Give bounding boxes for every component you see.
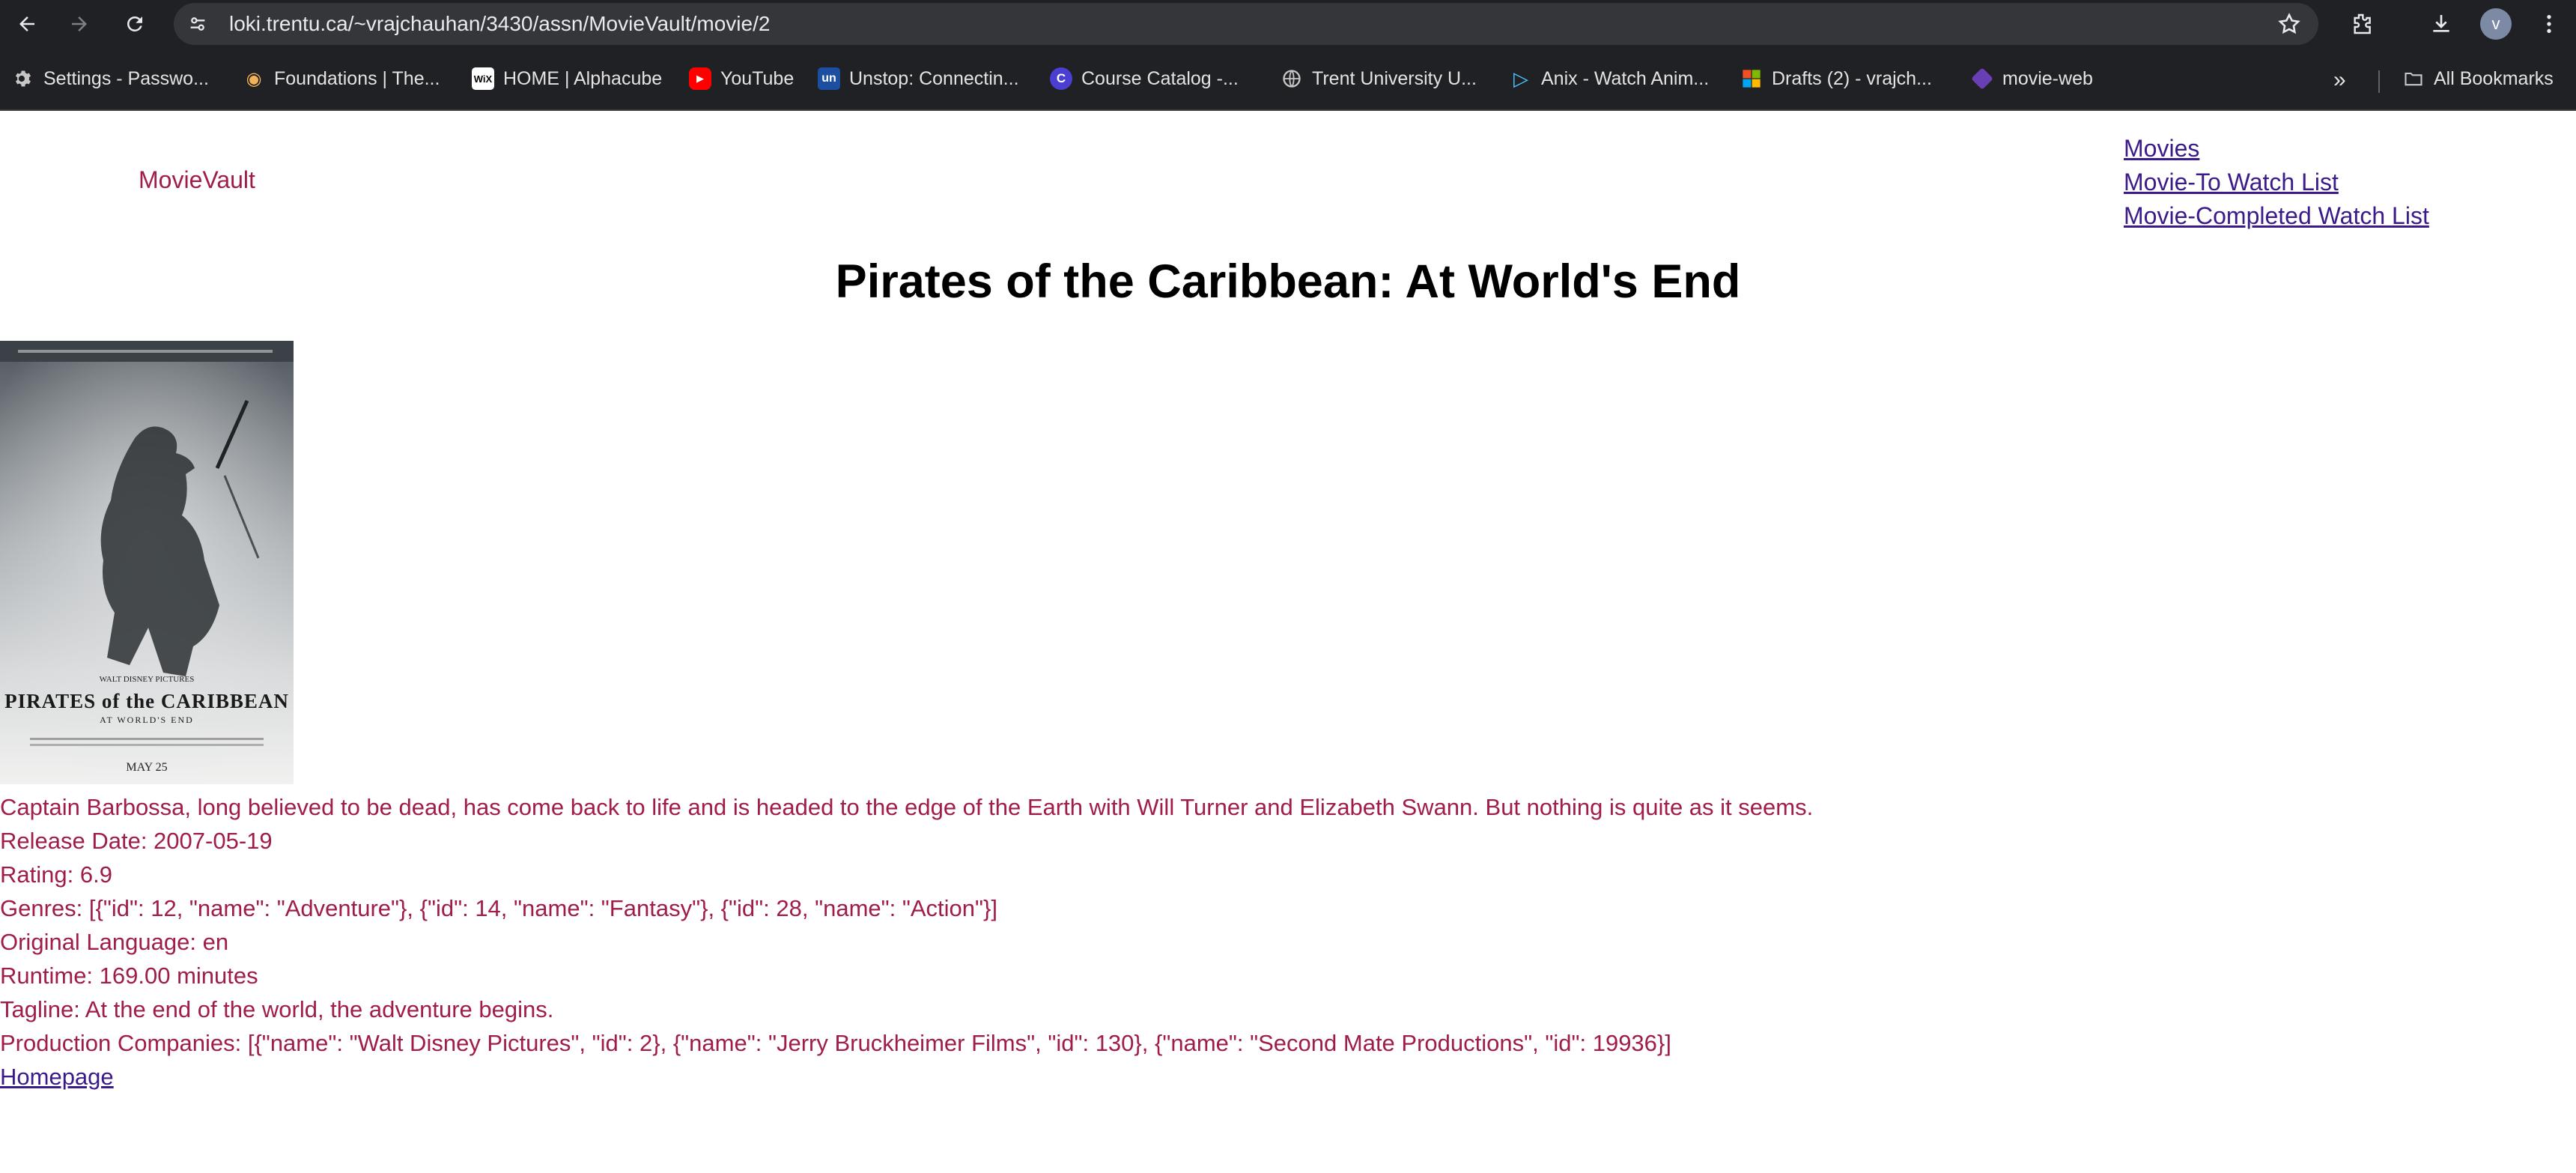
site-info-icon[interactable] bbox=[184, 10, 211, 37]
gear-icon bbox=[12, 67, 34, 90]
movie-poster: WALT DISNEY PICTURES PIRATES of the CARI… bbox=[0, 341, 294, 784]
youtube-icon: ▶ bbox=[689, 67, 711, 90]
arrow-left-icon bbox=[19, 16, 34, 31]
movie-web-icon bbox=[1971, 67, 1993, 90]
movie-title: Pirates of the Caribbean: At World's End bbox=[835, 255, 1741, 308]
reload-button[interactable] bbox=[118, 7, 151, 40]
homepage-link[interactable]: Homepage bbox=[0, 1064, 114, 1090]
poster-brand-line: WALT DISNEY PICTURES bbox=[100, 675, 195, 684]
production-companies: Production Companies: [{"name": "Walt Di… bbox=[0, 1030, 1671, 1056]
forward-button[interactable] bbox=[63, 7, 96, 40]
microsoft-icon bbox=[1740, 67, 1763, 90]
nav-link-to-watch[interactable]: Movie-To Watch List bbox=[2124, 169, 2339, 196]
bookmark-anix[interactable]: ▷ Anix - Watch Anim... bbox=[1510, 61, 1709, 96]
site-nav: Movies Movie-To Watch List Movie-Complet… bbox=[2124, 132, 2429, 233]
profile-avatar[interactable]: v bbox=[2480, 8, 2512, 40]
nav-link-movies[interactable]: Movies bbox=[2124, 135, 2199, 162]
runtime: Runtime: 169.00 minutes bbox=[0, 963, 258, 989]
browser-toolbar: loki.trentu.ca/~vrajchauhan/3430/assn/Mo… bbox=[0, 0, 2576, 48]
bookmarks-bar: Settings - Passwo... ◉ Foundations | The… bbox=[0, 48, 2576, 111]
play-icon: ▷ bbox=[1513, 67, 1528, 90]
nav-link-completed[interactable]: Movie-Completed Watch List bbox=[2124, 202, 2429, 229]
extensions-icon[interactable] bbox=[2347, 9, 2377, 39]
release-date: Release Date: 2007-05-19 bbox=[0, 828, 273, 854]
back-button[interactable] bbox=[10, 7, 43, 40]
poster-date: MAY 25 bbox=[126, 761, 167, 774]
bookmark-drafts[interactable]: Drafts (2) - vrajch... bbox=[1740, 61, 1932, 96]
bookmark-unstop[interactable]: un Unstop: Connectin... bbox=[818, 61, 1019, 96]
all-bookmarks-button[interactable]: All Bookmarks bbox=[2402, 61, 2554, 96]
reload-icon bbox=[127, 16, 142, 31]
poster-title: PIRATES of the CARIBBEAN bbox=[4, 690, 289, 712]
unstop-icon: un bbox=[818, 67, 840, 90]
url-text[interactable]: loki.trentu.ca/~vrajchauhan/3430/assn/Mo… bbox=[229, 3, 770, 45]
folder-icon bbox=[2402, 67, 2425, 90]
wix-icon: WiX bbox=[472, 67, 494, 90]
catalog-icon: C bbox=[1050, 67, 1072, 90]
page-content: MovieVault Movies Movie-To Watch List Mo… bbox=[0, 112, 2576, 1173]
bookmarks-overflow-icon[interactable]: » bbox=[2333, 67, 2346, 93]
bookmark-settings[interactable]: Settings - Passwo... bbox=[12, 61, 209, 96]
site-brand: MovieVault bbox=[139, 166, 255, 193]
address-bar[interactable]: loki.trentu.ca/~vrajchauhan/3430/assn/Mo… bbox=[174, 3, 2318, 45]
original-language: Original Language: en bbox=[0, 929, 229, 955]
rating: Rating: 6.9 bbox=[0, 861, 112, 888]
bookmark-star-icon[interactable] bbox=[2276, 11, 2302, 37]
tagline: Tagline: At the end of the world, the ad… bbox=[0, 996, 554, 1022]
poster-subtitle: AT WORLD'S END bbox=[100, 715, 194, 725]
genres: Genres: [{"id": 12, "name": "Adventure"}… bbox=[0, 895, 998, 921]
bookmark-movie-web[interactable]: movie-web bbox=[1971, 61, 2093, 96]
bookmark-trent[interactable]: Trent University U... bbox=[1281, 61, 1477, 96]
download-icon[interactable] bbox=[2426, 9, 2456, 39]
arrow-right-icon bbox=[72, 16, 87, 31]
bookmark-course-catalog[interactable]: C Course Catalog -... bbox=[1050, 61, 1239, 96]
movie-details: Captain Barbossa, long believed to be de… bbox=[0, 790, 1813, 1094]
bookmark-foundations[interactable]: ◉ Foundations | The... bbox=[243, 61, 440, 96]
movie-overview: Captain Barbossa, long believed to be de… bbox=[0, 794, 1814, 820]
bookmarks-divider bbox=[2378, 70, 2380, 93]
bookmark-youtube[interactable]: ▶ YouTube bbox=[689, 61, 794, 96]
browser-menu-icon[interactable] bbox=[2534, 9, 2564, 39]
globe-icon bbox=[1281, 67, 1303, 90]
owl-icon: ◉ bbox=[243, 67, 265, 90]
bookmark-alphacube[interactable]: WiX HOME | Alphacube bbox=[472, 61, 662, 96]
